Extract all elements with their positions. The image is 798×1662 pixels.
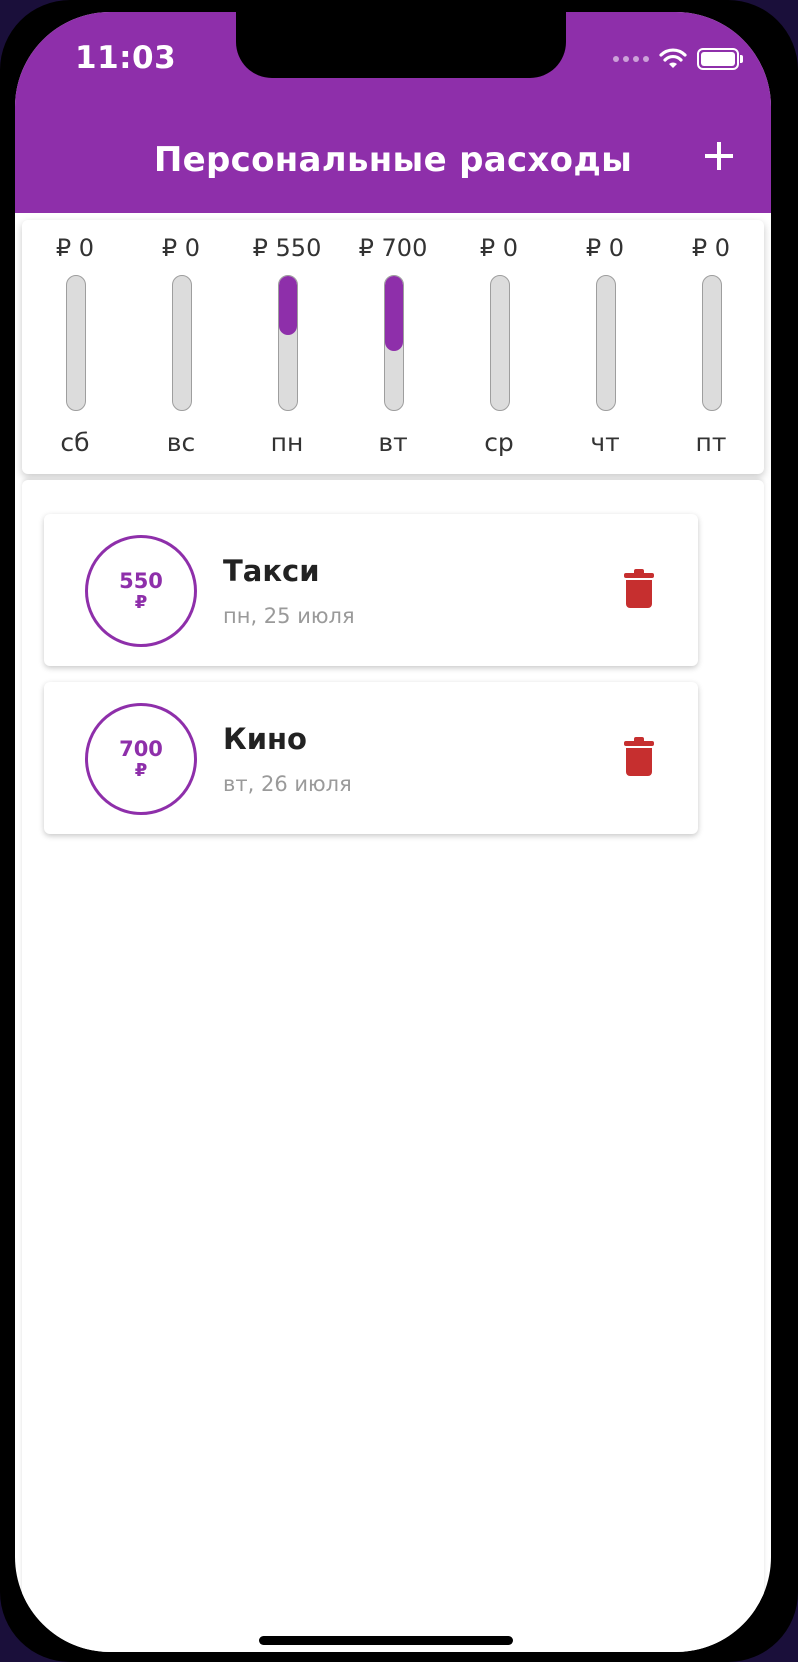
chart-bar-3: ₽ 700 вт [348, 220, 438, 474]
status-icons [613, 48, 743, 70]
bar-track [384, 275, 404, 411]
chart-bar-2: ₽ 550 пн [242, 220, 332, 474]
currency-symbol: ₽ [134, 760, 148, 781]
bar-track [66, 275, 86, 411]
page-title: Персональные расходы [153, 140, 633, 180]
bar-track [596, 275, 616, 411]
chart-bar-0: ₽ 0 сб [30, 220, 120, 474]
currency-symbol: ₽ [134, 592, 148, 613]
amount-value: 550 [119, 569, 163, 593]
bar-amount-label: ₽ 0 [55, 234, 95, 262]
bar-track [702, 275, 722, 411]
bar-day-label: ср [484, 428, 514, 457]
transaction-title: Такси [223, 554, 320, 588]
list-item: 700 ₽ Кино вт, 26 июля [44, 682, 698, 834]
bar-day-label: вс [166, 428, 196, 457]
bar-amount-label: ₽ 0 [691, 234, 731, 262]
status-time: 11:03 [75, 40, 177, 76]
bar-track [278, 275, 298, 411]
bar-day-label: пн [270, 428, 304, 457]
chart-bar-6: ₽ 0 пт [666, 220, 756, 474]
add-transaction-button[interactable] [701, 136, 741, 176]
bar-amount-label: ₽ 0 [161, 234, 201, 262]
amount-badge: 550 ₽ [85, 535, 197, 647]
transaction-date: пн, 25 июля [223, 604, 355, 628]
battery-icon [697, 48, 743, 70]
bar-fill [279, 276, 297, 335]
wifi-icon [659, 48, 687, 68]
delete-button[interactable] [624, 737, 654, 777]
transaction-list: 550 ₽ Такси пн, 25 июля 700 ₽ Кино вт, 2… [22, 480, 764, 1652]
weekly-chart: ₽ 0 сб ₽ 0 вс ₽ 550 пн ₽ 700 вт ₽ 0 ср ₽ 0 чт ₽ 0 пт [22, 220, 764, 474]
chart-bar-4: ₽ 0 ср [454, 220, 544, 474]
transaction-title: Кино [223, 722, 307, 756]
home-indicator[interactable] [259, 1636, 513, 1645]
app-bar: 11:03 Персональные расходы [15, 12, 771, 213]
cellular-signal-icon [613, 56, 649, 62]
transaction-date: вт, 26 июля [223, 772, 352, 796]
chart-bar-1: ₽ 0 вс [136, 220, 226, 474]
bar-amount-label: ₽ 0 [585, 234, 625, 262]
amount-value: 700 [119, 737, 163, 761]
bar-track [172, 275, 192, 411]
camera-notch [236, 12, 566, 78]
app-screen: 11:03 Персональные расходы ₽ 0 сб ₽ 0 вс ₽ 5… [15, 12, 771, 1652]
bar-day-label: чт [590, 428, 620, 457]
chart-bar-5: ₽ 0 чт [560, 220, 650, 474]
bar-amount-label: ₽ 0 [479, 234, 519, 262]
bar-amount-label: ₽ 700 [358, 234, 428, 262]
bar-day-label: вт [378, 428, 408, 457]
delete-button[interactable] [624, 569, 654, 609]
bar-day-label: пт [695, 428, 727, 457]
amount-badge: 700 ₽ [85, 703, 197, 815]
bar-amount-label: ₽ 550 [252, 234, 322, 262]
bar-fill [385, 276, 403, 352]
bar-day-label: сб [60, 428, 90, 457]
list-item: 550 ₽ Такси пн, 25 июля [44, 514, 698, 666]
bar-track [490, 275, 510, 411]
